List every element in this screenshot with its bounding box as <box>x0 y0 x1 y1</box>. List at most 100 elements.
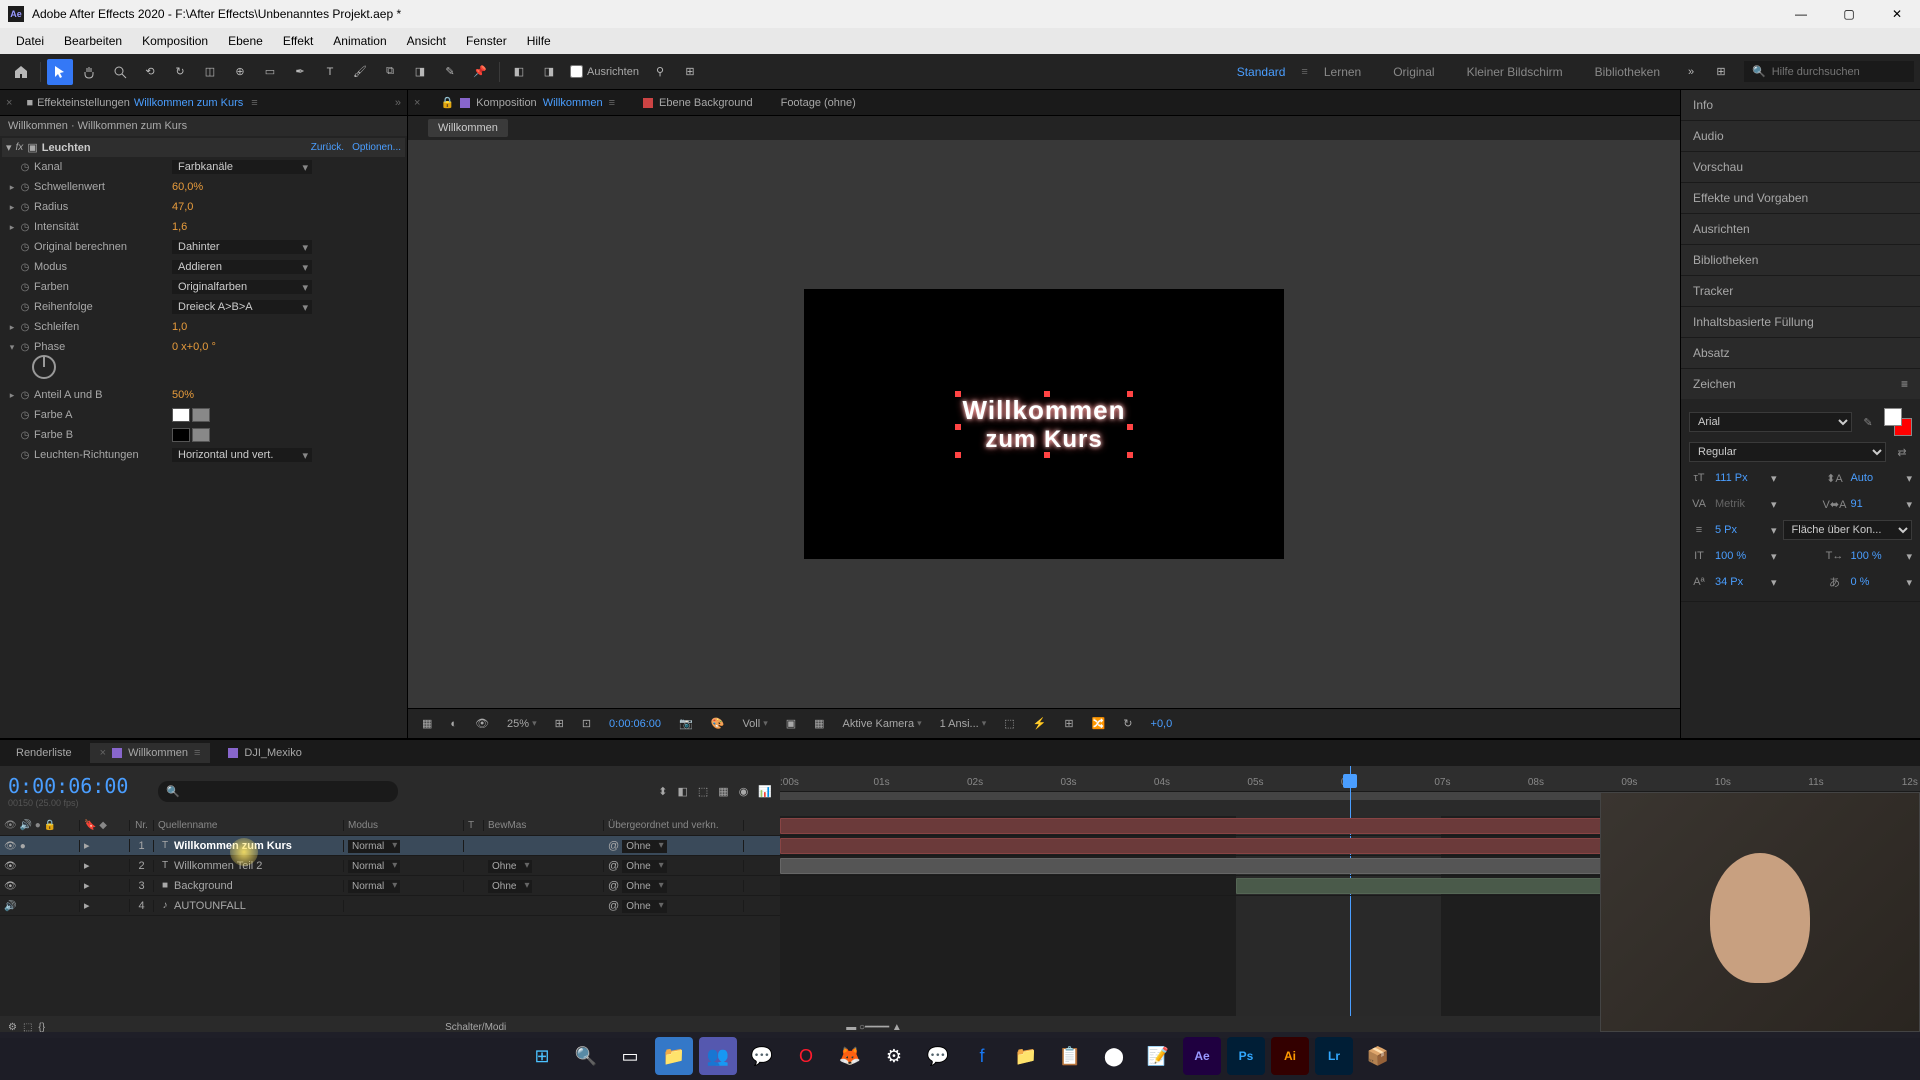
prop-richtungen-value[interactable]: Horizontal und vert. <box>172 448 312 462</box>
color-a-picker[interactable] <box>192 408 210 422</box>
panel-tracker[interactable]: Tracker <box>1681 276 1920 306</box>
lr-taskbar-icon[interactable]: Lr <box>1315 1037 1353 1075</box>
px-aspect[interactable]: ⬚ <box>998 715 1020 732</box>
shape-fill[interactable]: ◧ <box>506 59 532 85</box>
minimize-button[interactable]: — <box>1786 7 1816 21</box>
teams-icon[interactable]: 👥 <box>699 1037 737 1075</box>
panel-ausrichten[interactable]: Ausrichten <box>1681 214 1920 244</box>
workspace-lernen[interactable]: Lernen <box>1308 59 1377 85</box>
blend-mode[interactable]: Normal <box>348 880 400 893</box>
color-b-swatch[interactable] <box>172 428 190 442</box>
maximize-button[interactable]: ▢ <box>1834 7 1864 21</box>
parent-dropdown[interactable]: Ohne <box>622 860 666 873</box>
snapshot-button[interactable]: 📷 <box>673 715 699 732</box>
zoom-dropdown[interactable]: 25% <box>501 716 543 732</box>
color-a-swatch[interactable] <box>172 408 190 422</box>
prop-farben-value[interactable]: Originalfarben <box>172 280 312 294</box>
baseline-value[interactable]: 34 Px <box>1715 576 1765 588</box>
effect-expand[interactable]: ▾ <box>6 141 12 154</box>
channel-button[interactable]: 👁 <box>469 715 495 732</box>
search-button[interactable]: 🔍 <box>567 1037 605 1075</box>
snap-checkbox[interactable]: Ausrichten <box>570 65 639 78</box>
tab-renderliste[interactable]: Renderliste <box>6 743 82 763</box>
font-family[interactable]: Arial <box>1689 412 1852 432</box>
prop-anteil-value[interactable]: 50% <box>172 389 194 401</box>
tab-comp-other[interactable]: DJI_Mexiko <box>218 743 311 763</box>
menu-hilfe[interactable]: Hilfe <box>517 30 561 52</box>
frame-blend[interactable]: ▦ <box>718 785 728 798</box>
visibility-toggle[interactable]: 👁 <box>4 881 17 892</box>
firefox-icon[interactable]: 🦊 <box>831 1037 869 1075</box>
prop-phase-value[interactable]: 0 x+0,0 ° <box>172 341 216 353</box>
visibility-toggle[interactable]: 👁 <box>4 861 17 872</box>
prop-schleifen-value[interactable]: 1,0 <box>172 321 187 333</box>
color-b-picker[interactable] <box>192 428 210 442</box>
reset-exposure[interactable]: ↻ <box>1117 715 1138 732</box>
prop-original-value[interactable]: Dahinter <box>172 240 312 254</box>
panel-vorschau[interactable]: Vorschau <box>1681 152 1920 182</box>
hand-tool[interactable] <box>77 59 103 85</box>
mask-button[interactable]: ◐ <box>444 716 463 732</box>
layer-search[interactable]: 🔍 <box>158 781 398 802</box>
tracking-value[interactable]: 91 <box>1850 498 1900 510</box>
pickwhip-icon[interactable]: @ <box>608 860 619 872</box>
alpha-button[interactable]: ▦ <box>416 715 438 732</box>
app-icon-1[interactable]: ⚙ <box>875 1037 913 1075</box>
effect-reset[interactable]: Zurück. <box>311 142 344 153</box>
fast-preview[interactable]: ⚡ <box>1027 715 1053 732</box>
fx-icon[interactable]: fx <box>16 142 24 153</box>
panel-fuellung[interactable]: Inhaltsbasierte Füllung <box>1681 307 1920 337</box>
shape-tool[interactable]: ▭ <box>257 59 283 85</box>
menu-animation[interactable]: Animation <box>323 30 396 52</box>
parent-dropdown[interactable]: Ohne <box>622 880 666 893</box>
tsume-value[interactable]: 0 % <box>1850 576 1900 588</box>
layer-row[interactable]: 👁 ▸ 2 T Willkommen Teil 2 Normal Ohne @ … <box>0 856 780 876</box>
tl-footer-icon1[interactable]: ⚙ <box>8 1022 17 1033</box>
draft-3d[interactable]: ◧ <box>677 785 687 798</box>
motion-blur[interactable]: ◉ <box>739 785 749 798</box>
prop-intensitaet-value[interactable]: 1,6 <box>172 221 187 233</box>
blend-mode[interactable]: Normal <box>348 840 400 853</box>
rotate-tool[interactable]: ↻ <box>167 59 193 85</box>
clone-tool[interactable]: ⧉ <box>377 59 403 85</box>
messenger-icon[interactable]: 💬 <box>919 1037 957 1075</box>
comp-mini-flowchart[interactable]: ⬍ <box>658 785 667 798</box>
help-search[interactable]: 🔍 <box>1744 61 1914 82</box>
layer-name[interactable]: Background <box>172 880 318 892</box>
tab-comp-willkommen[interactable]: × Willkommen ≡ <box>90 743 211 763</box>
menu-effekt[interactable]: Effekt <box>273 30 323 52</box>
ae-taskbar-icon[interactable]: Ae <box>1183 1037 1221 1075</box>
graph-editor[interactable]: 📊 <box>758 785 772 798</box>
prop-radius-value[interactable]: 47,0 <box>172 201 193 213</box>
folder-icon[interactable]: 📁 <box>1007 1037 1045 1075</box>
workspace-bibliotheken[interactable]: Bibliotheken <box>1579 59 1676 85</box>
layer-tab[interactable]: Ebene Background <box>635 93 761 113</box>
menu-bearbeiten[interactable]: Bearbeiten <box>54 30 132 52</box>
switches-modes[interactable]: Schalter/Modi <box>445 1022 506 1033</box>
explorer-icon[interactable]: 📁 <box>655 1037 693 1075</box>
effect-header[interactable]: ▾ fx ▣ Leuchten Zurück. Optionen... <box>2 138 405 157</box>
hscale-value[interactable]: 100 % <box>1850 550 1900 562</box>
pickwhip-icon[interactable]: @ <box>608 840 619 852</box>
panel-effekte[interactable]: Effekte und Vorgaben <box>1681 183 1920 213</box>
parent-dropdown[interactable]: Ohne <box>622 840 666 853</box>
hide-shy[interactable]: ⬚ <box>698 785 708 798</box>
tl-footer-icon3[interactable]: {} <box>38 1022 45 1033</box>
eyedropper-icon[interactable]: ✎ <box>1858 412 1878 432</box>
menu-fenster[interactable]: Fenster <box>456 30 517 52</box>
solo-toggle[interactable]: ● <box>20 841 26 852</box>
snap-options[interactable]: ⚲ <box>647 59 673 85</box>
app-icon-2[interactable]: 📋 <box>1051 1037 1089 1075</box>
color-mgmt[interactable]: 🎨 <box>705 715 731 732</box>
footage-tab[interactable]: Footage (ohne) <box>773 93 864 113</box>
layer-name[interactable]: Willkommen zum Kurs <box>172 840 318 852</box>
prop-schwellenwert-value[interactable]: 60,0% <box>172 181 203 193</box>
zoom-slider[interactable]: ▬ ○━━━━ ▲ <box>846 1022 902 1033</box>
text-layer-preview[interactable]: Willkommen zum Kurs <box>963 395 1126 454</box>
selection-tool[interactable] <box>47 59 73 85</box>
transparency-button[interactable]: ▦ <box>808 715 830 732</box>
notepad-icon[interactable]: 📝 <box>1139 1037 1177 1075</box>
visibility-toggle[interactable]: 👁 <box>4 841 17 852</box>
timecode-display[interactable]: 0:00:06:00 <box>8 774 128 798</box>
facebook-icon[interactable]: f <box>963 1037 1001 1075</box>
